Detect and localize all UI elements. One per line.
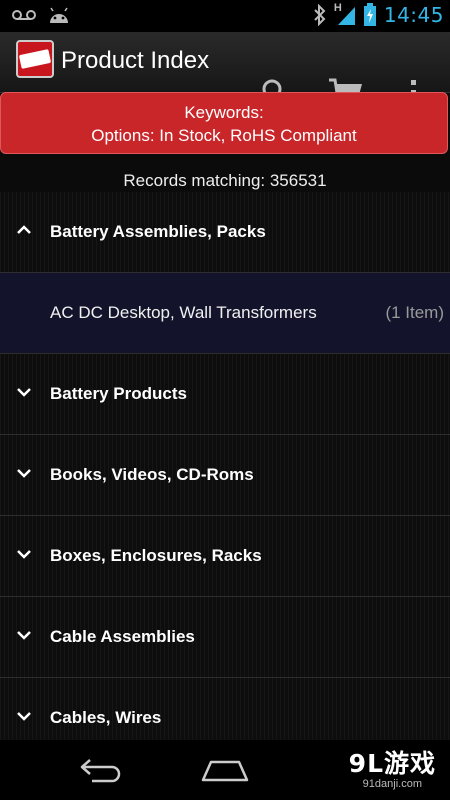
category-row[interactable]: Cables, Wires bbox=[0, 678, 450, 740]
category-label: Battery Products bbox=[50, 384, 187, 403]
chevron-down-icon bbox=[17, 631, 31, 640]
signal-indicator: H bbox=[334, 2, 356, 27]
navigation-bar: 9L游戏 91danji.com bbox=[0, 740, 450, 800]
status-bar-left bbox=[12, 6, 70, 24]
category-label: Cable Assemblies bbox=[50, 627, 195, 646]
category-label: Battery Assemblies, Packs bbox=[50, 222, 266, 241]
signal-icon bbox=[337, 7, 355, 25]
chevron-down-icon bbox=[17, 388, 31, 397]
status-bar-right: H 14:45 bbox=[313, 2, 444, 27]
category-row[interactable]: Books, Videos, CD-Roms bbox=[0, 435, 450, 516]
logo-badge bbox=[18, 49, 52, 69]
digikey-logo-icon[interactable] bbox=[16, 40, 54, 78]
page-title: Product Index bbox=[61, 47, 210, 74]
category-label: Boxes, Enclosures, Racks bbox=[50, 546, 262, 565]
bluetooth-icon bbox=[314, 4, 326, 26]
home-icon[interactable] bbox=[201, 758, 249, 782]
category-row[interactable]: Cable Assemblies bbox=[0, 597, 450, 678]
category-row[interactable]: Battery Products bbox=[0, 354, 450, 435]
chevron-up-icon bbox=[17, 225, 31, 234]
android-icon bbox=[50, 7, 68, 23]
chevron-down-icon bbox=[17, 469, 31, 478]
item-count: (1 Item) bbox=[385, 303, 444, 322]
watermark-logo: 9L游戏 91danji.com bbox=[349, 744, 436, 790]
status-bar: H 14:45 bbox=[0, 0, 450, 32]
category-row[interactable]: Battery Assemblies, Packs bbox=[0, 192, 450, 273]
category-list[interactable]: Battery Assemblies, Packs AC DC Desktop,… bbox=[0, 192, 450, 740]
banner-options: Options: In Stock, RoHS Compliant bbox=[91, 126, 357, 145]
chevron-down-icon bbox=[17, 550, 31, 559]
watermark-text: 9L游戏 bbox=[348, 749, 436, 778]
category-label: Cables, Wires bbox=[50, 708, 162, 727]
search-options-banner[interactable]: Keywords: Options: In Stock, RoHS Compli… bbox=[0, 92, 448, 154]
battery-icon bbox=[363, 3, 376, 26]
action-bar: Product Index bbox=[0, 32, 450, 108]
back-icon[interactable] bbox=[78, 756, 122, 784]
clock: 14:45 bbox=[383, 3, 444, 27]
category-row[interactable]: Boxes, Enclosures, Racks bbox=[0, 516, 450, 597]
subcategory-label: AC DC Desktop, Wall Transformers bbox=[50, 303, 317, 322]
voicemail-icon bbox=[12, 10, 36, 20]
chevron-down-icon bbox=[17, 712, 31, 721]
records-count: Records matching: 356531 bbox=[123, 171, 327, 190]
banner-keywords: Keywords: bbox=[184, 103, 264, 122]
category-label: Books, Videos, CD-Roms bbox=[50, 465, 254, 484]
subcategory-row[interactable]: AC DC Desktop, Wall Transformers (1 Item… bbox=[0, 273, 450, 354]
